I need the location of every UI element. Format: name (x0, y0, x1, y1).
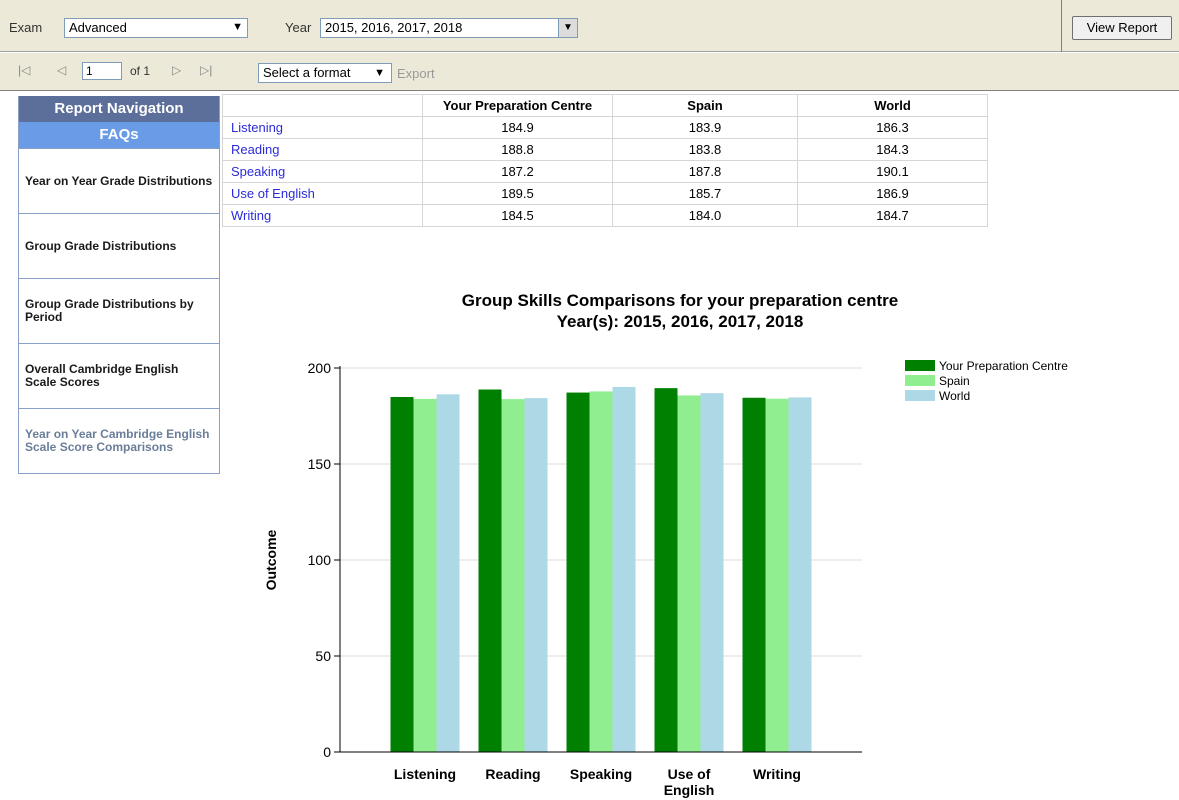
table-cell: 183.9 (612, 116, 798, 139)
bar-world (700, 393, 724, 752)
parameter-bar: Exam Advanced ▼ Year 2015, 2016, 2017, 2… (0, 0, 1179, 52)
dropdown-arrow-icon: ▼ (232, 21, 243, 33)
previous-page-icon[interactable]: ◁ (57, 63, 66, 77)
legend-label: Spain (939, 374, 970, 388)
exam-select[interactable]: Advanced ▼ (64, 18, 248, 38)
first-page-icon[interactable]: |◁ (18, 63, 30, 77)
report-toolbar: |◁ ◁ 1 of 1 ▷ ▷| Select a format ▼ Expor… (0, 53, 1179, 91)
legend-label: Your Preparation Centre (939, 359, 1068, 373)
skill-link[interactable]: Speaking (222, 160, 423, 183)
table-cell: 187.8 (612, 160, 798, 183)
bar-your-preparation-centre (742, 397, 766, 752)
table-cell: 184.7 (797, 204, 988, 227)
legend-label: World (939, 389, 970, 403)
table-row: Speaking 187.2 187.8 190.1 (222, 160, 988, 183)
x-tick-label: English (664, 782, 715, 798)
bar-your-preparation-centre (478, 389, 502, 752)
nav-item-year-on-year-grade[interactable]: Year on Year Grade Distributions (19, 148, 219, 213)
chart-title: Group Skills Comparisons for your prepar… (461, 291, 899, 310)
bar-world (436, 394, 460, 752)
bar-spain (413, 398, 437, 752)
nav-item-overall-scale-scores[interactable]: Overall Cambridge English Scale Scores (19, 343, 219, 408)
chart-subtitle: Year(s): 2015, 2016, 2017, 2018 (556, 312, 804, 331)
y-axis-label: Outcome (263, 529, 279, 590)
divider (1061, 0, 1062, 52)
nav-item-group-grade-period[interactable]: Group Grade Distributions by Period (19, 278, 219, 343)
table-cell: 189.5 (422, 182, 613, 205)
table-cell: 183.8 (612, 138, 798, 161)
table-cell: 184.9 (422, 116, 613, 139)
bar-spain (765, 398, 789, 752)
table-row: Reading 188.8 183.8 184.3 (222, 138, 988, 161)
skill-link[interactable]: Reading (222, 138, 423, 161)
bar-spain (589, 391, 613, 752)
table-row: Writing 184.5 184.0 184.7 (222, 204, 988, 227)
table-cell: 185.7 (612, 182, 798, 205)
x-tick-label: Use of (668, 766, 711, 782)
x-tick-label: Writing (753, 766, 801, 782)
legend-swatch (905, 375, 935, 386)
last-page-icon[interactable]: ▷| (200, 63, 212, 77)
legend-swatch (905, 360, 935, 371)
year-select[interactable]: 2015, 2016, 2017, 2018 ▼ (320, 18, 578, 38)
table-cell: 184.5 (422, 204, 613, 227)
table-cell: 186.3 (797, 116, 988, 139)
table-header (222, 94, 423, 117)
table-header: Spain (612, 94, 798, 117)
y-tick-label: 150 (308, 456, 332, 472)
table-cell: 186.9 (797, 182, 988, 205)
bar-your-preparation-centre (566, 392, 590, 752)
nav-header: Report Navigation (19, 96, 219, 122)
skill-link[interactable]: Use of English (222, 182, 423, 205)
bar-your-preparation-centre (654, 388, 678, 752)
y-tick-label: 200 (308, 360, 332, 376)
x-tick-label: Reading (485, 766, 540, 782)
exam-select-value: Advanced (69, 20, 127, 35)
skills-bar-chart: 0 50 100 150 200 Listening Reading Speaking Use … (263, 359, 1068, 798)
exam-label: Exam (9, 20, 43, 35)
year-label: Year (285, 20, 312, 35)
table-header: Your Preparation Centre (422, 94, 613, 117)
page-count: of 1 (130, 64, 151, 78)
x-tick-label: Speaking (570, 766, 632, 782)
table-cell: 188.8 (422, 138, 613, 161)
nav-item-group-grade[interactable]: Group Grade Distributions (19, 213, 219, 278)
legend-swatch (905, 390, 935, 401)
table-row: Use of English 189.5 185.7 186.9 (222, 182, 988, 205)
nav-faqs[interactable]: FAQs (19, 122, 219, 148)
bar-world (612, 387, 636, 752)
x-tick-label: Listening (394, 766, 456, 782)
table-cell: 187.2 (422, 160, 613, 183)
table-row: Listening 184.9 183.9 186.3 (222, 116, 988, 139)
next-page-icon[interactable]: ▷ (172, 63, 181, 77)
table-header-row: Your Preparation Centre Spain World (222, 94, 988, 117)
skill-link[interactable]: Listening (222, 116, 423, 139)
skill-link[interactable]: Writing (222, 204, 423, 227)
bar-world (788, 397, 812, 752)
chevron-down-icon[interactable]: ▼ (558, 19, 577, 37)
nav-item-year-on-year-scale[interactable]: Year on Year Cambridge English Scale Sco… (19, 408, 219, 473)
bar-spain (677, 395, 701, 752)
chart-title-block: Group Skills Comparisons for your prepar… (400, 290, 960, 332)
format-select[interactable]: Select a format ▼ (258, 63, 392, 83)
year-select-value: 2015, 2016, 2017, 2018 (325, 20, 463, 35)
y-tick-label: 100 (308, 552, 332, 568)
y-tick-label: 0 (323, 744, 331, 760)
skills-table: Your Preparation Centre Spain World List… (222, 94, 988, 227)
bar-your-preparation-centre (390, 396, 414, 752)
view-report-button[interactable]: View Report (1072, 16, 1172, 40)
table-cell: 190.1 (797, 160, 988, 183)
report-navigation: Report Navigation FAQs Year on Year Grad… (18, 96, 220, 474)
table-cell: 184.0 (612, 204, 798, 227)
page-number-input[interactable]: 1 (82, 62, 122, 80)
bar-spain (501, 399, 525, 752)
table-header: World (797, 94, 988, 117)
dropdown-arrow-icon: ▼ (374, 67, 385, 79)
bar-world (524, 398, 548, 752)
format-select-value: Select a format (263, 65, 351, 80)
y-tick-label: 50 (315, 648, 331, 664)
export-link[interactable]: Export (397, 66, 435, 81)
table-cell: 184.3 (797, 138, 988, 161)
